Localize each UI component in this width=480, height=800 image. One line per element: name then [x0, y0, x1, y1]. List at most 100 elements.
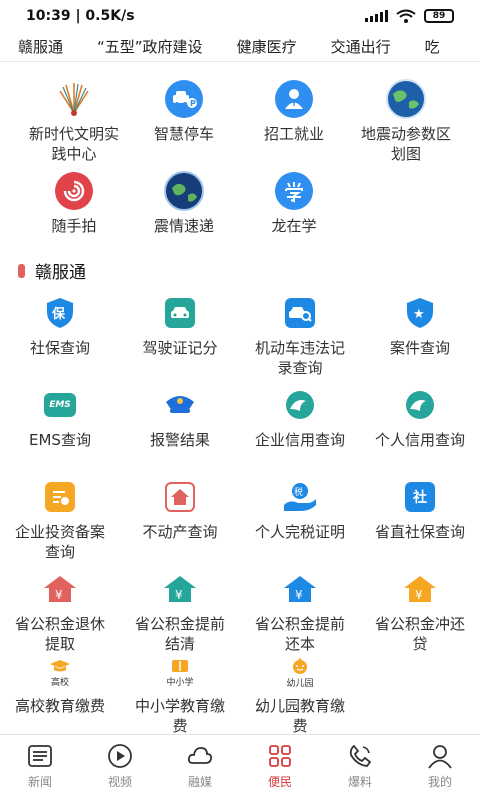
svg-text:保: 保 — [51, 306, 66, 322]
service-label: 招工就业 — [263, 125, 324, 143]
earth-globe-icon — [163, 170, 205, 212]
service-vehicle-violation-query[interactable]: 机动车违法记录查询 — [240, 292, 360, 378]
battery-icon: 89 — [424, 9, 454, 23]
video-play-icon — [108, 744, 132, 768]
svg-text:★: ★ — [413, 307, 425, 322]
service-ems-query[interactable]: EMS EMS查询 — [0, 384, 120, 450]
nav-media[interactable]: 融媒 — [160, 735, 240, 800]
service-enterprise-investment-filing[interactable]: 企业投资备案查询 — [0, 476, 120, 562]
service-smart-parking[interactable]: P 智慧停车 — [124, 78, 244, 144]
service-school-tuition[interactable]: 中小学 中小学教育缴费 — [120, 654, 240, 736]
nav-convenience[interactable]: 便民 — [240, 735, 320, 800]
service-label: 企业投资备案查询 — [14, 523, 105, 561]
category-tab[interactable]: 赣服通 — [18, 36, 63, 57]
service-label: 省公积金提前还本 — [254, 615, 345, 653]
service-label: 不动产查询 — [142, 523, 218, 541]
service-police-report-result[interactable]: 报警结果 — [120, 384, 240, 450]
service-label: 社保查询 — [29, 339, 90, 357]
credit-wave-icon — [279, 384, 321, 426]
nav-label: 融媒 — [187, 775, 212, 789]
service-quake-news[interactable]: 震情速递 — [124, 170, 244, 236]
service-label: 省公积金退休提取 — [14, 615, 105, 653]
status-time: 10:39 | 0.5K/s — [26, 8, 135, 24]
svg-text:P: P — [190, 99, 196, 108]
service-fund-loan-offset[interactable]: ¥ 省公积金冲还贷 — [360, 568, 480, 654]
house-yuan-icon: ¥ — [159, 568, 201, 610]
house-yuan-icon: ¥ — [279, 568, 321, 610]
service-enterprise-credit-query[interactable]: 企业信用查询 — [240, 384, 360, 450]
kindergarten-face-icon: 幼儿园 — [279, 654, 321, 692]
service-label: 驾驶证记分 — [142, 339, 218, 357]
service-label: 省公积金冲还贷 — [374, 615, 465, 653]
service-snapshot[interactable]: 随手拍 — [14, 170, 134, 236]
service-label: 新时代文明实践中心 — [28, 125, 119, 163]
graduation-cap-icon: 高校 — [39, 654, 81, 692]
service-label: 机动车违法记录查询 — [254, 339, 345, 377]
service-label: 个人完税证明 — [254, 523, 345, 541]
parking-car-icon: P — [163, 78, 205, 120]
status-bar: 10:39 | 0.5K/s 89 — [0, 0, 480, 32]
service-social-security-query[interactable]: 保 社保查询 — [0, 292, 120, 358]
service-label: 幼儿园教育缴费 — [254, 697, 345, 735]
service-kindergarten-tuition[interactable]: 幼儿园 幼儿园教育缴费 — [240, 654, 360, 736]
category-tab[interactable]: 吃 — [425, 36, 440, 57]
document-list-icon — [39, 476, 81, 518]
grid-apps-icon — [269, 745, 291, 767]
service-seismic-zoning[interactable]: 地震动参数区划图 — [346, 78, 466, 164]
credit-wave-icon — [399, 384, 441, 426]
news-list-icon — [28, 745, 52, 767]
earth-globe-icon — [385, 78, 427, 120]
service-fund-early-settlement[interactable]: ¥ 省公积金提前结清 — [120, 568, 240, 654]
police-badge-icon: ★ — [399, 292, 441, 334]
service-label: 地震动参数区划图 — [360, 125, 451, 163]
category-tab[interactable]: 健康医疗 — [237, 36, 297, 57]
car-icon — [159, 292, 201, 334]
house-icon — [159, 476, 201, 518]
service-civilization-center[interactable]: 新时代文明实践中心 — [14, 78, 134, 164]
service-university-tuition[interactable]: 高校 高校教育缴费 — [0, 654, 120, 716]
civilization-center-icon — [53, 78, 95, 120]
nav-label: 我的 — [427, 775, 452, 789]
svg-text:¥: ¥ — [175, 588, 183, 602]
nav-video[interactable]: 视频 — [80, 735, 160, 800]
section-title: 赣服通 — [35, 263, 86, 283]
nav-mine[interactable]: 我的 — [400, 735, 480, 800]
nav-label: 爆料 — [347, 775, 372, 789]
service-label: 中小学教育缴费 — [134, 697, 225, 735]
recruitment-person-icon — [273, 78, 315, 120]
nav-news[interactable]: 新闻 — [0, 735, 80, 800]
phone-icon — [349, 744, 372, 767]
house-yuan-icon: ¥ — [39, 568, 81, 610]
category-tabs: 赣服通 “五型”政府建设 健康医疗 交通出行 吃 — [0, 32, 480, 62]
category-tab[interactable]: “五型”政府建设 — [97, 36, 203, 57]
wifi-icon — [396, 9, 416, 23]
car-search-icon — [279, 292, 321, 334]
service-label: 随手拍 — [51, 217, 97, 235]
service-label: EMS查询 — [29, 431, 91, 449]
signal-icon — [365, 10, 388, 22]
ems-icon: EMS — [39, 384, 81, 426]
service-label: 高校教育缴费 — [14, 697, 105, 715]
category-tab[interactable]: 交通出行 — [331, 36, 391, 57]
house-yuan-icon: ¥ — [399, 568, 441, 610]
svg-text:¥: ¥ — [415, 588, 423, 602]
service-case-query[interactable]: ★ 案件查询 — [360, 292, 480, 358]
section-marker — [18, 263, 25, 278]
nav-label: 视频 — [107, 775, 132, 789]
study-character-icon — [273, 170, 315, 212]
service-fund-early-repayment[interactable]: ¥ 省公积金提前还本 — [240, 568, 360, 654]
service-personal-credit-query[interactable]: 个人信用查询 — [360, 384, 480, 450]
service-tax-certificate[interactable]: 税 个人完税证明 — [240, 476, 360, 542]
service-driving-license-points[interactable]: 驾驶证记分 — [120, 292, 240, 358]
nav-report[interactable]: 爆料 — [320, 735, 400, 800]
service-provincial-social-security[interactable]: 社 省直社保查询 — [360, 476, 480, 542]
service-label: 案件查询 — [389, 339, 450, 357]
service-label: 龙在学 — [271, 217, 317, 235]
service-long-zai-xue[interactable]: 龙在学 — [234, 170, 354, 236]
service-recruitment[interactable]: 招工就业 — [234, 78, 354, 144]
service-label: 省直社保查询 — [374, 523, 465, 541]
service-fund-retirement-withdrawal[interactable]: ¥ 省公积金退休提取 — [0, 568, 120, 654]
bottom-nav: 新闻 视频 融媒 便民 爆料 我的 — [0, 734, 480, 800]
service-real-estate-query[interactable]: 不动产查询 — [120, 476, 240, 542]
user-profile-icon — [428, 745, 452, 769]
